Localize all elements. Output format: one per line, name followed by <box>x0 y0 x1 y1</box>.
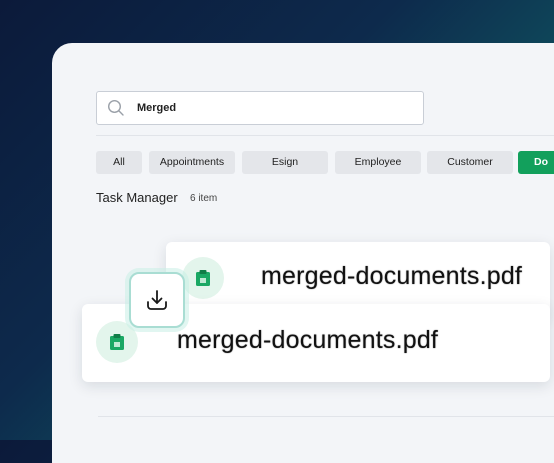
download-button[interactable] <box>129 272 185 328</box>
search-value: Merged <box>137 102 177 114</box>
file-icon-badge <box>96 321 138 363</box>
section-title: Task Manager <box>96 190 178 205</box>
divider <box>96 135 554 136</box>
search-input[interactable]: Merged <box>96 91 424 125</box>
file-name: merged-documents.pdf <box>177 326 439 354</box>
clipboard-icon <box>196 270 210 286</box>
filter-chip-employee[interactable]: Employee <box>335 151 421 174</box>
filter-chip-all[interactable]: All <box>96 151 142 174</box>
filter-chip-documents[interactable]: Do <box>518 151 554 174</box>
clipboard-icon <box>110 334 124 350</box>
search-icon <box>107 99 125 117</box>
file-icon-badge <box>182 257 224 299</box>
filter-chip-appointments[interactable]: Appointments <box>149 151 235 174</box>
file-name: merged-documents.pdf <box>261 262 523 290</box>
item-count: 6 item <box>190 193 218 204</box>
download-icon <box>147 290 167 310</box>
filter-chip-esign[interactable]: Esign <box>242 151 328 174</box>
divider <box>98 416 554 417</box>
filter-chip-customer[interactable]: Customer <box>427 151 513 174</box>
